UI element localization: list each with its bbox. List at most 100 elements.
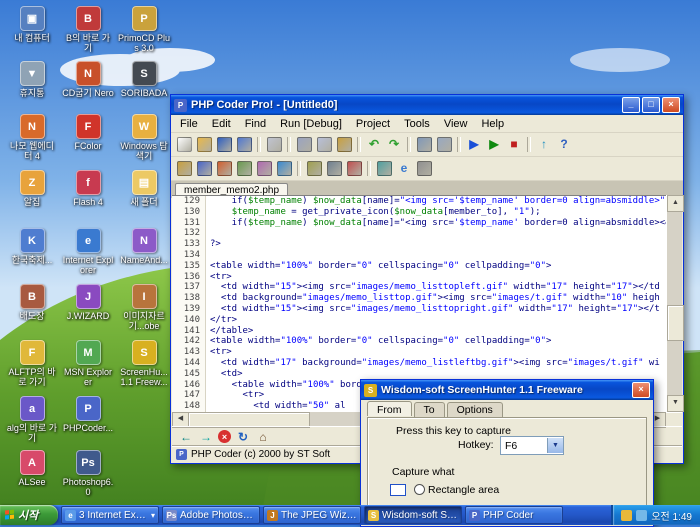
- help-icon[interactable]: ?: [554, 135, 574, 154]
- code-line[interactable]: 143<tr>: [172, 347, 682, 358]
- dialog-close-button[interactable]: ×: [632, 382, 650, 398]
- taskbar-button-photoshop[interactable]: PsAdobe Photoshop: [162, 506, 260, 524]
- menu-project[interactable]: Project: [349, 117, 397, 131]
- desktop-item-phpcoder[interactable]: PPHPCoder...: [62, 396, 114, 433]
- taskbar-button-jpeg-wizard[interactable]: JThe JPEG Wizard: [263, 506, 361, 524]
- forward-button[interactable]: →: [198, 429, 214, 444]
- desktop-item-alftp-shortcut[interactable]: FALFTP의 바로 가기: [6, 340, 58, 387]
- minimize-button[interactable]: _: [622, 97, 640, 113]
- code-line[interactable]: 135<table width="100%" border="0" cellsp…: [172, 261, 682, 272]
- desktop-item-korea-festival[interactable]: K한국축제...: [6, 228, 58, 265]
- desktop-item-recycle-bin[interactable]: ▼휴지통: [6, 61, 58, 98]
- maximize-button[interactable]: □: [642, 97, 660, 113]
- stop-icon[interactable]: ■: [504, 135, 524, 154]
- menu-run-debug-[interactable]: Run [Debug]: [273, 117, 349, 131]
- desktop-item-photoshop[interactable]: PsPhotoshop6.0: [62, 450, 114, 497]
- link-insert-icon[interactable]: [274, 159, 294, 178]
- copy-icon[interactable]: [314, 135, 334, 154]
- desktop-item-nameand[interactable]: NNameAnd...: [118, 228, 170, 265]
- taskbar-clock[interactable]: 오전 1:49: [651, 508, 692, 523]
- desktop-item-alg-shortcut[interactable]: aalg의 바로 가기: [6, 396, 58, 443]
- menu-tools[interactable]: Tools: [397, 117, 437, 131]
- desktop-item-image-crop[interactable]: I이미지자르기...obe: [118, 284, 170, 331]
- hotkey-dropdown[interactable]: F6 ▼: [500, 436, 564, 455]
- menu-find[interactable]: Find: [238, 117, 273, 131]
- desktop-item-new-folder[interactable]: ▤새 폴더: [118, 170, 170, 207]
- code-line[interactable]: 129 if($temp_name) $now_data[name]="<img…: [172, 196, 682, 207]
- script-insert-icon[interactable]: [344, 159, 364, 178]
- close-button[interactable]: ×: [662, 97, 680, 113]
- debug-icon[interactable]: ▶: [484, 135, 504, 154]
- redo-icon[interactable]: ↷: [384, 135, 404, 154]
- wizard-icon[interactable]: [174, 159, 194, 178]
- desktop-item-alzip[interactable]: Z알집: [6, 170, 58, 207]
- ftp-upload-icon[interactable]: ↑: [534, 135, 554, 154]
- taskbar-button-internet-explorer[interactable]: e3 Internet Explorer▾: [61, 506, 159, 524]
- desktop-item-alsee[interactable]: AALSee: [6, 450, 58, 487]
- desktop-item-fcolor[interactable]: FFColor: [62, 114, 114, 151]
- open-file-icon[interactable]: [194, 135, 214, 154]
- code-line[interactable]: 130 $temp_name = get_private_icon($now_d…: [172, 207, 682, 218]
- desktop-item-primocd[interactable]: PPrimoCD Plus 3.0: [118, 6, 170, 53]
- code-line[interactable]: 131 if($temp_name) $now_data[name]="<img…: [172, 218, 682, 229]
- vertical-scrollbar[interactable]: ▲ ▼: [666, 195, 682, 412]
- print-icon[interactable]: [264, 135, 284, 154]
- desktop-item-namo-webeditor[interactable]: N나모 웹에디터 4: [6, 114, 58, 161]
- save-icon[interactable]: [214, 135, 234, 154]
- menu-file[interactable]: File: [173, 117, 205, 131]
- paste-icon[interactable]: [334, 135, 354, 154]
- preview-icon[interactable]: [374, 159, 394, 178]
- vertical-scroll-thumb[interactable]: [667, 305, 684, 341]
- refresh-button[interactable]: ↻: [235, 429, 251, 444]
- taskbar-button-screenhunter[interactable]: SWisdom-soft Scre...: [364, 506, 462, 524]
- new-file-icon[interactable]: [174, 135, 194, 154]
- desktop-item-jwizard[interactable]: JJ.WIZARD: [62, 284, 114, 321]
- dialog-tab-from[interactable]: From: [367, 401, 412, 416]
- tray-icon-1[interactable]: [621, 510, 632, 521]
- php-tag-icon[interactable]: [194, 159, 214, 178]
- save-all-icon[interactable]: [234, 135, 254, 154]
- options-icon[interactable]: [414, 159, 434, 178]
- desktop-item-b-shortcut[interactable]: BB의 바로 가기: [62, 6, 114, 53]
- cut-icon[interactable]: [294, 135, 314, 154]
- desktop-item-flash4[interactable]: fFlash 4: [62, 170, 114, 207]
- desktop-item-internet-explorer[interactable]: eInternet Explorer: [62, 228, 114, 275]
- taskbar-button-phpcoder[interactable]: PPHP Coder: [465, 506, 563, 524]
- browser-icon[interactable]: e: [394, 159, 414, 178]
- stop-nav-button[interactable]: ×: [218, 430, 231, 443]
- taskbar-group-chevron-icon[interactable]: ▾: [151, 511, 155, 520]
- back-button[interactable]: ←: [178, 429, 194, 444]
- desktop-item-baedojang[interactable]: B배도장: [6, 284, 58, 321]
- list-insert-icon[interactable]: [324, 159, 344, 178]
- dialog-tab-to[interactable]: To: [414, 402, 445, 417]
- code-line[interactable]: 136<tr>: [172, 272, 682, 283]
- code-line[interactable]: 137 <td width="15"><img src="images/memo…: [172, 282, 682, 293]
- code-line[interactable]: 140</tr>: [172, 315, 682, 326]
- rectangle-area-radio[interactable]: [414, 484, 425, 495]
- code-line[interactable]: 134: [172, 250, 682, 261]
- code-line[interactable]: 142<table width="100%" border="0" cellsp…: [172, 336, 682, 347]
- html-tag-icon[interactable]: [214, 159, 234, 178]
- table-insert-icon[interactable]: [234, 159, 254, 178]
- chevron-down-icon[interactable]: ▼: [547, 438, 563, 453]
- home-button[interactable]: ⌂: [255, 429, 271, 444]
- menu-edit[interactable]: Edit: [205, 117, 238, 131]
- menu-help[interactable]: Help: [474, 117, 511, 131]
- form-insert-icon[interactable]: [304, 159, 324, 178]
- desktop-item-soribada[interactable]: SSORIBADA: [118, 61, 170, 98]
- menu-view[interactable]: View: [437, 117, 475, 131]
- tray-icon-2[interactable]: [636, 510, 647, 521]
- scroll-up-button[interactable]: ▲: [667, 195, 684, 212]
- desktop-item-screenhunter[interactable]: SScreenHu... 1.1 Freew...: [118, 340, 170, 387]
- dialog-tab-options[interactable]: Options: [447, 402, 503, 417]
- code-line[interactable]: 138 <td background="images/memo_listtop.…: [172, 293, 682, 304]
- code-line[interactable]: 141</table>: [172, 326, 682, 337]
- desktop-item-msn-explorer[interactable]: MMSN Explorer: [62, 340, 114, 387]
- code-line[interactable]: 139 <td width="15"><img src="images/memo…: [172, 304, 682, 315]
- code-line[interactable]: 145 <td>: [172, 369, 682, 380]
- code-line[interactable]: 132: [172, 228, 682, 239]
- php-coder-titlebar[interactable]: P PHP Coder Pro! - [Untitled0] _□×: [171, 95, 683, 115]
- find-icon[interactable]: [414, 135, 434, 154]
- code-line[interactable]: 144 <td width="17" background="images/me…: [172, 358, 682, 369]
- screenhunter-titlebar[interactable]: S Wisdom-soft ScreenHunter 1.1 Freeware …: [361, 380, 653, 400]
